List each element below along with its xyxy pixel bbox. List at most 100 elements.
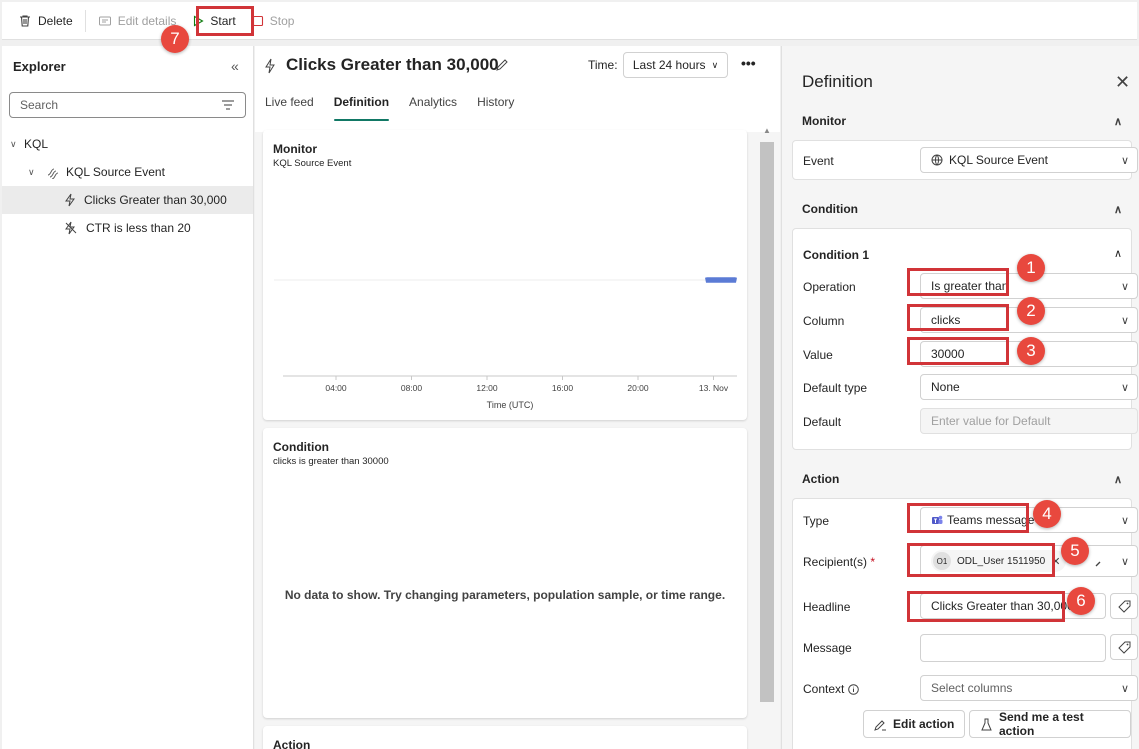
context-label-text: Context bbox=[803, 682, 845, 696]
toolbar-divider bbox=[84, 9, 86, 32]
tab-history[interactable]: History bbox=[467, 93, 524, 123]
action-card-title: Action bbox=[273, 738, 311, 749]
x-axis-label: Time (UTC) bbox=[487, 400, 534, 410]
eventstream-icon bbox=[46, 165, 60, 179]
series-line bbox=[705, 277, 737, 283]
action-heading: Action bbox=[802, 472, 840, 486]
tree-item-kql-source-event[interactable]: ∨ KQL Source Event bbox=[2, 158, 253, 186]
context-label: Context bbox=[803, 682, 860, 696]
action-section-header[interactable]: Action ∧ bbox=[792, 462, 1132, 496]
tab-definition[interactable]: Definition bbox=[324, 93, 399, 123]
step-badge-3: 3 bbox=[1017, 337, 1045, 365]
delete-button[interactable]: Delete bbox=[10, 7, 81, 35]
step-badge-6: 6 bbox=[1067, 587, 1095, 615]
step-badge-5: 5 bbox=[1061, 537, 1089, 565]
edit-action-button[interactable]: Edit action bbox=[863, 710, 966, 738]
tree-item-label: KQL bbox=[24, 137, 49, 151]
step-badge-7: 7 bbox=[161, 25, 189, 53]
globe-icon bbox=[931, 154, 943, 166]
search-input[interactable]: Search bbox=[9, 92, 246, 118]
recipients-label: Recipient(s) * bbox=[803, 555, 875, 569]
empty-state-message: No data to show. Try changing parameters… bbox=[284, 588, 726, 602]
tag-icon bbox=[1117, 600, 1131, 613]
trigger-details-pane: Clicks Greater than 30,000 Time: Last 24… bbox=[255, 46, 780, 749]
default-input[interactable]: Enter value for Default bbox=[920, 408, 1138, 434]
close-icon[interactable]: ✕ bbox=[1115, 72, 1130, 93]
condition-section-header[interactable]: Condition ∧ bbox=[792, 192, 1132, 226]
event-dropdown[interactable]: KQL Source Event ∨ bbox=[920, 147, 1138, 173]
column-label: Column bbox=[803, 314, 845, 328]
operation-value: Is greater than bbox=[931, 279, 1009, 293]
monitor-panel: Event KQL Source Event ∨ bbox=[792, 140, 1138, 180]
recipient-chip: O1 ODL_User 1511950 ✕ bbox=[931, 550, 1067, 572]
details-header: Clicks Greater than 30,000 Time: Last 24… bbox=[255, 46, 780, 132]
more-options-icon[interactable]: ••• bbox=[741, 55, 756, 71]
tab-bar: Live feed Definition Analytics History bbox=[255, 93, 524, 123]
filter-icon[interactable] bbox=[221, 98, 235, 112]
trash-icon bbox=[18, 14, 32, 28]
tree-item-ctr-less[interactable]: CTR is less than 20 bbox=[2, 214, 253, 242]
chevron-down-icon: ∨ bbox=[28, 166, 35, 177]
edit-details-icon bbox=[98, 14, 112, 28]
send-test-label: Send me a test action bbox=[999, 710, 1084, 738]
time-range-value: Last 24 hours bbox=[632, 58, 706, 72]
monitor-chart: 04:00 08:00 12:00 16:00 20:00 13. Nov Time (UT… bbox=[274, 277, 737, 410]
monitor-section-header[interactable]: Monitor ∧ bbox=[792, 104, 1132, 138]
chevron-up-icon[interactable]: ∧ bbox=[1114, 247, 1122, 260]
teams-icon bbox=[931, 514, 943, 526]
time-range-dropdown[interactable]: Last 24 hours ∨ bbox=[623, 52, 728, 78]
message-input[interactable] bbox=[920, 634, 1106, 662]
step-badge-2: 2 bbox=[1017, 297, 1045, 325]
type-value: Teams message bbox=[947, 513, 1035, 527]
tree-item-label: Clicks Greater than 30,000 bbox=[84, 193, 227, 207]
chevron-up-icon: ∧ bbox=[1113, 115, 1122, 128]
message-tag-button[interactable] bbox=[1110, 634, 1138, 660]
headline-value: Clicks Greater than 30,000 bbox=[931, 599, 1074, 613]
remove-recipient-icon[interactable]: ✕ bbox=[1051, 555, 1060, 568]
start-button[interactable]: Start bbox=[184, 7, 243, 35]
tag-icon bbox=[1117, 641, 1131, 654]
operation-label: Operation bbox=[803, 280, 856, 294]
flask-icon bbox=[980, 718, 993, 731]
value-label: Value bbox=[803, 348, 833, 362]
chevron-down-icon: ∨ bbox=[711, 59, 719, 70]
stop-button[interactable]: Stop bbox=[244, 7, 303, 35]
delete-label: Delete bbox=[38, 13, 73, 28]
scroll-up-icon[interactable]: ▲ bbox=[763, 126, 771, 135]
edit-pencil-icon[interactable] bbox=[495, 58, 509, 72]
avatar: O1 bbox=[933, 552, 951, 570]
send-test-action-button[interactable]: Send me a test action bbox=[969, 710, 1131, 738]
trigger-off-icon bbox=[64, 221, 78, 235]
message-label: Message bbox=[803, 641, 852, 655]
headline-tag-button[interactable] bbox=[1110, 593, 1138, 619]
tree-item-label: KQL Source Event bbox=[66, 165, 165, 179]
search-placeholder: Search bbox=[20, 98, 59, 112]
chevron-down-icon: ∨ bbox=[1120, 315, 1129, 327]
stop-label: Stop bbox=[269, 13, 295, 28]
condition-card-title: Condition bbox=[273, 440, 329, 454]
event-value: KQL Source Event bbox=[949, 153, 1048, 167]
scrollbar-thumb[interactable] bbox=[760, 142, 774, 702]
chevron-up-icon: ∧ bbox=[1113, 473, 1122, 486]
definition-title: Definition bbox=[802, 72, 873, 91]
type-dropdown[interactable]: Teams message ∨ bbox=[920, 507, 1138, 533]
edit-details-label: Edit details bbox=[117, 13, 177, 28]
event-label: Event bbox=[803, 154, 834, 168]
context-dropdown[interactable]: Select columns ∨ bbox=[920, 675, 1138, 701]
default-type-label: Default type bbox=[803, 381, 868, 395]
x-tick-label: 16:00 bbox=[552, 383, 574, 393]
default-label: Default bbox=[803, 415, 842, 429]
tree-item-clicks-greater[interactable]: Clicks Greater than 30,000 bbox=[2, 186, 253, 214]
info-icon[interactable] bbox=[848, 683, 860, 695]
chevron-down-icon: ∨ bbox=[1120, 515, 1129, 527]
default-type-dropdown[interactable]: None ∨ bbox=[920, 374, 1138, 400]
tab-analytics[interactable]: Analytics bbox=[399, 93, 467, 123]
page-title: Clicks Greater than 30,000 bbox=[286, 55, 499, 74]
action-panel: Type Teams message ∨ Recipient(s) * O1 O… bbox=[792, 498, 1138, 749]
collapse-pane-icon[interactable]: « bbox=[231, 58, 239, 74]
tab-live-feed[interactable]: Live feed bbox=[255, 93, 324, 123]
tree-item-kql[interactable]: ∨ KQL bbox=[2, 130, 253, 158]
recipient-name: ODL_User 1511950 bbox=[957, 555, 1046, 567]
definition-header: Definition ✕ bbox=[782, 46, 1139, 112]
recipients-picker[interactable]: O1 ODL_User 1511950 ✕ ∨ bbox=[920, 545, 1138, 577]
